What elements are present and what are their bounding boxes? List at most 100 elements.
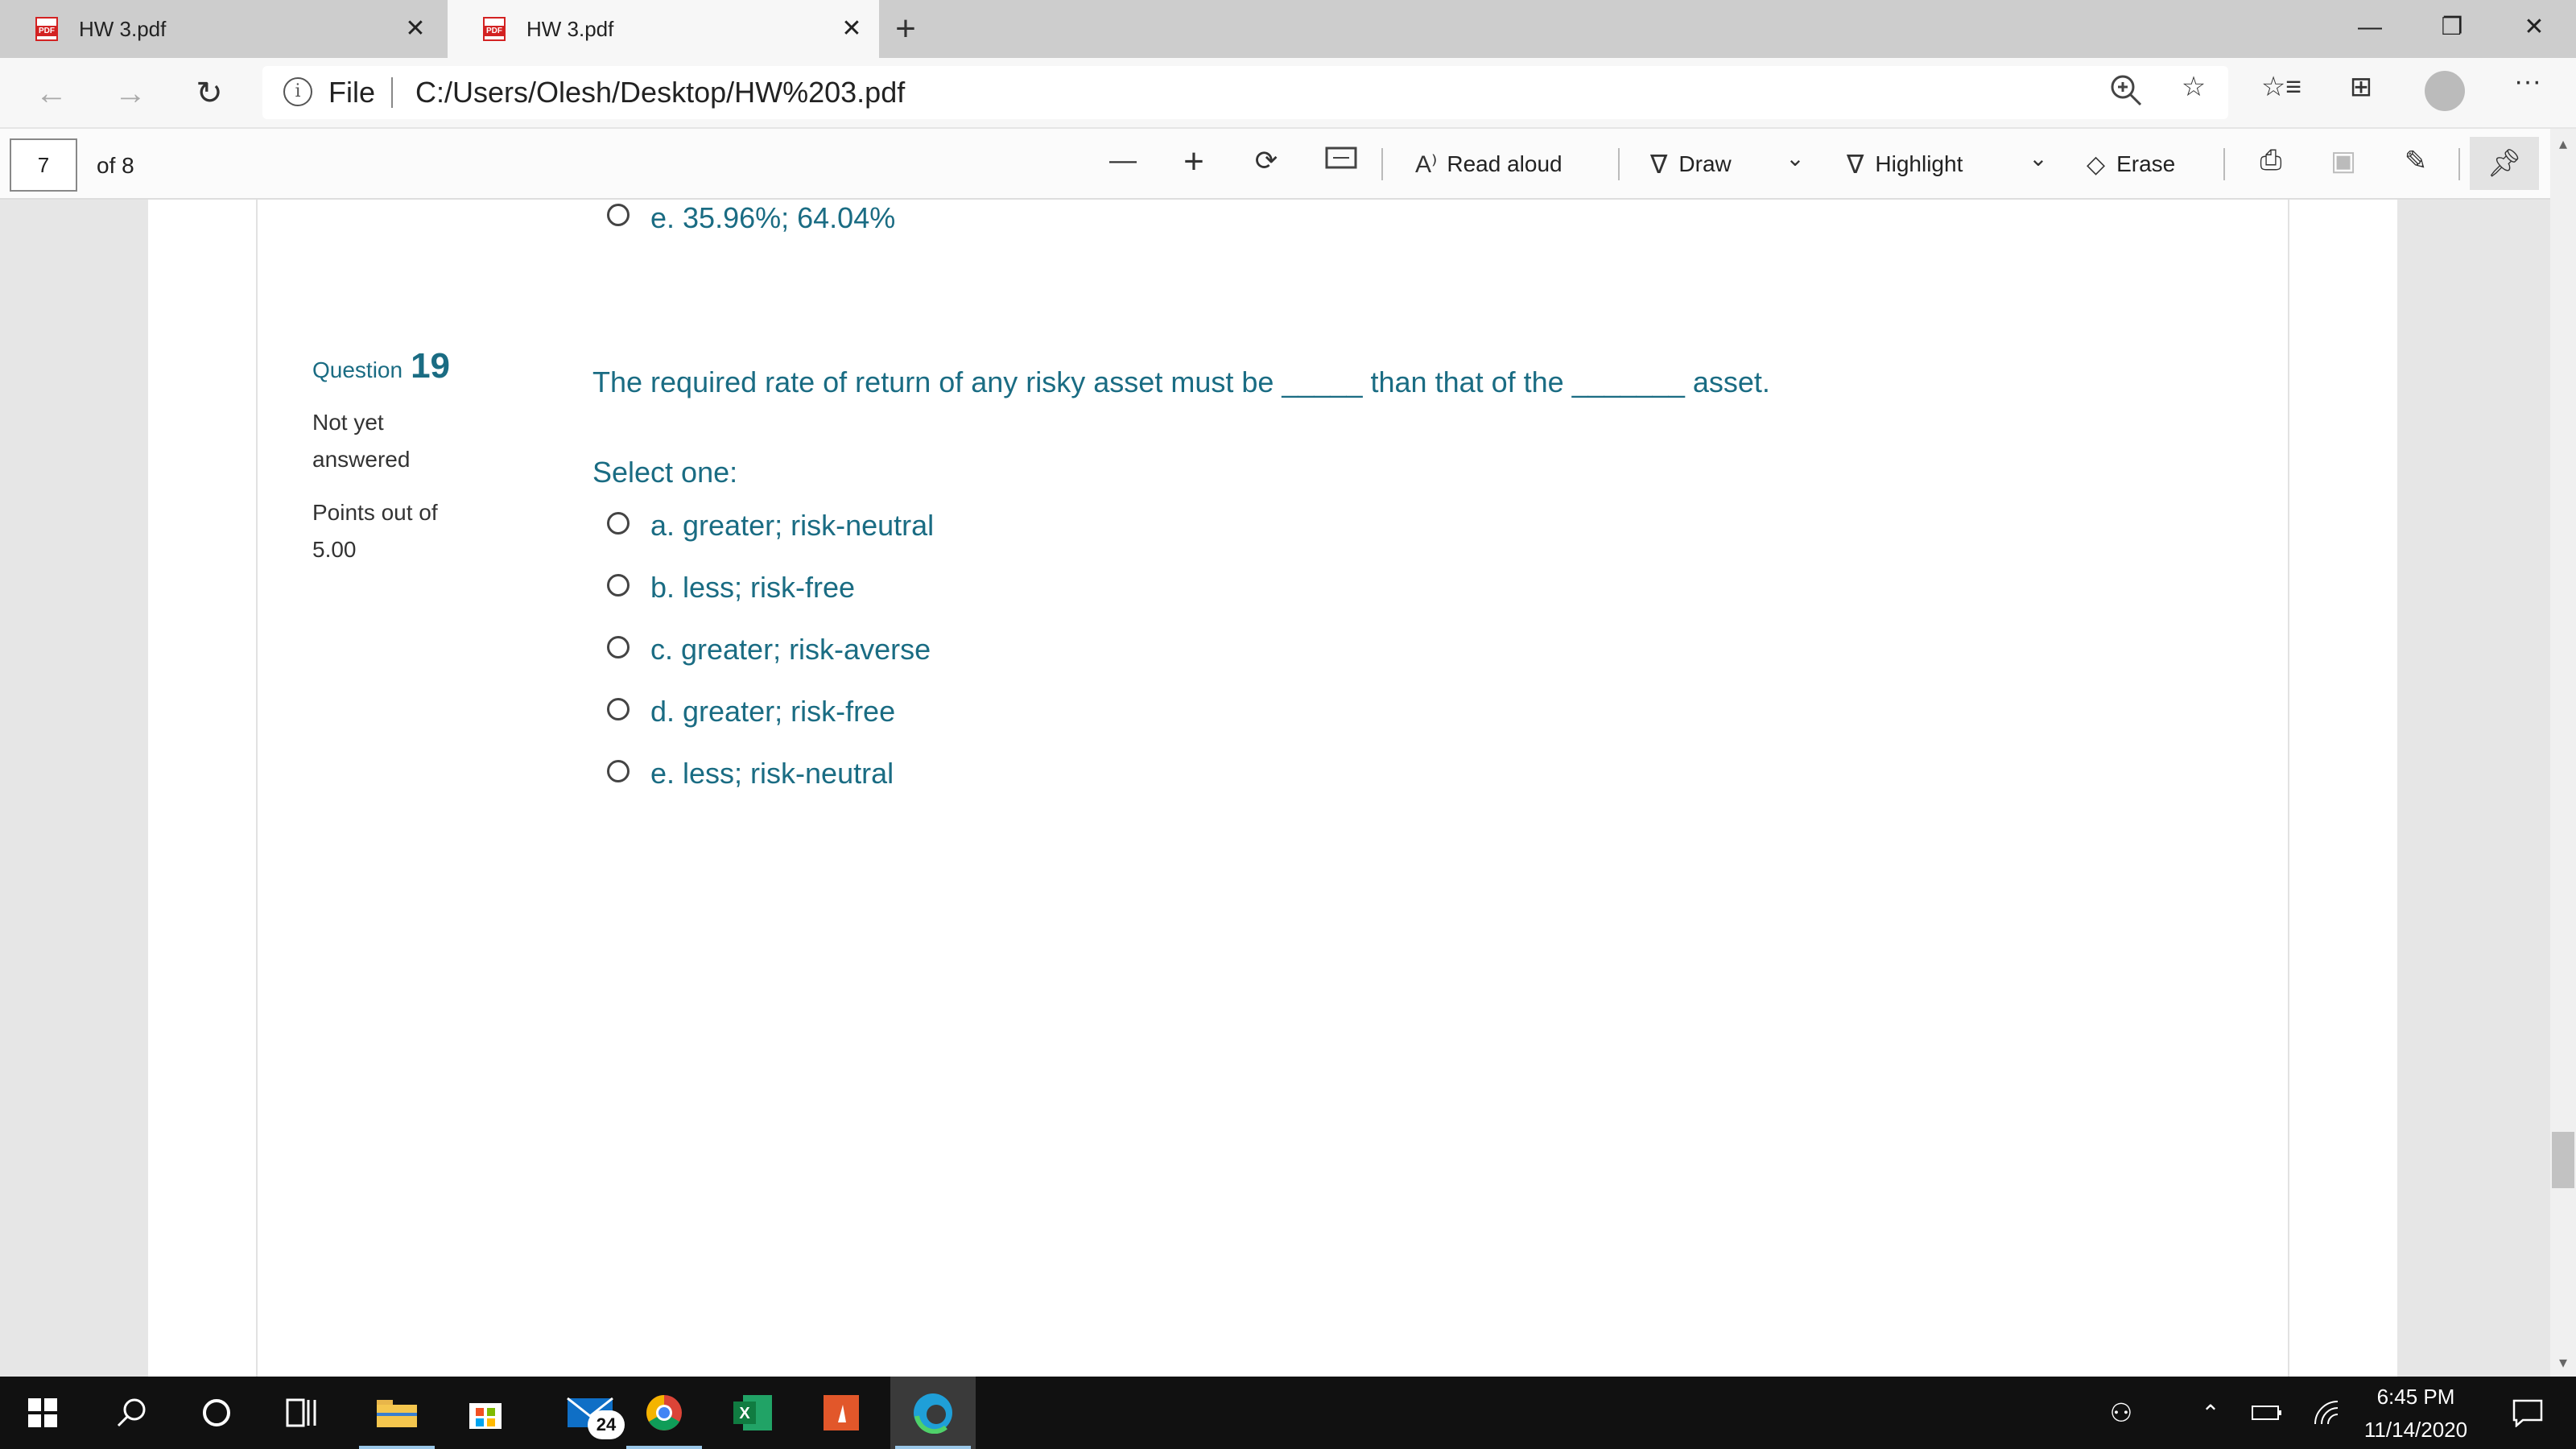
app-button[interactable] (799, 1377, 884, 1449)
clock[interactable]: 6:45 PM 11/14/2020 (2355, 1383, 2476, 1444)
notifications-button[interactable] (2496, 1377, 2560, 1449)
start-button[interactable] (0, 1377, 85, 1449)
points-line-2: 5.00 (312, 537, 357, 562)
close-window-button[interactable]: ✕ (2502, 5, 2566, 50)
page-number-input[interactable]: 7 (10, 138, 77, 192)
zoom-out-icon[interactable]: — (1103, 145, 1143, 185)
search-button[interactable] (89, 1377, 174, 1449)
eraser-icon: ◇ (2087, 151, 2106, 178)
read-aloud-label: Read aloud (1447, 151, 1563, 176)
file-explorer-button[interactable] (354, 1377, 440, 1449)
action-center-icon (2512, 1399, 2543, 1427)
cortana-circle-icon (203, 1399, 230, 1426)
mail-button[interactable]: 24 (547, 1377, 633, 1449)
back-arrow-icon[interactable]: ← (27, 69, 76, 118)
radio-option-d[interactable] (607, 698, 630, 720)
zoom-icon[interactable] (2106, 72, 2146, 113)
pin-icon: 📌︎ (2487, 148, 2522, 179)
draw-pen-icon: ∇ (1650, 150, 1668, 179)
info-icon[interactable]: i (283, 77, 312, 106)
highlight-label: Highlight (1875, 151, 1963, 176)
page-content-border (2288, 200, 2289, 1377)
pdf-file-icon (35, 17, 58, 41)
minimize-button[interactable]: — (2338, 5, 2402, 50)
favorites-list-icon[interactable]: ☆≡ (2259, 71, 2304, 111)
scrollbar-thumb[interactable] (2552, 1132, 2574, 1188)
windows-logo-icon (28, 1398, 57, 1427)
collections-icon[interactable]: ⊞ (2341, 71, 2381, 111)
pdf-toolbar (0, 129, 2576, 200)
battery-icon (2252, 1406, 2281, 1420)
chrome-button[interactable] (621, 1377, 707, 1449)
radio-button[interactable] (607, 204, 630, 226)
pdf-file-icon (483, 17, 506, 41)
fit-page-icon[interactable] (1319, 145, 1364, 185)
radio-option-a[interactable] (607, 512, 630, 535)
favorite-star-icon[interactable]: ☆ (2174, 71, 2214, 111)
close-tab-icon[interactable]: ✕ (836, 13, 868, 45)
restore-button[interactable]: ❐ (2420, 5, 2484, 50)
people-icon: ⚇ (2109, 1398, 2133, 1427)
folder-icon (377, 1400, 417, 1427)
excel-button[interactable]: X (710, 1377, 795, 1449)
store-button[interactable] (443, 1377, 528, 1449)
option-e[interactable]: e. less; risk-neutral (650, 755, 894, 792)
people-button[interactable]: ⚇ (2093, 1377, 2149, 1449)
scroll-down-arrow-icon[interactable]: ▾ (2553, 1352, 2573, 1372)
chevron-down-icon[interactable]: ⌄ (1779, 145, 1811, 185)
battery-button[interactable] (2243, 1377, 2291, 1449)
radio-option-e[interactable] (607, 760, 630, 782)
running-indicator (359, 1446, 435, 1449)
wifi-button[interactable] (2304, 1377, 2352, 1449)
draw-button[interactable]: ∇ Draw (1650, 147, 1732, 182)
chrome-icon (646, 1395, 682, 1430)
tab-active[interactable]: HW 3.pdf ✕ (448, 0, 879, 58)
show-hidden-icons-button[interactable]: ⌃ (2186, 1377, 2235, 1449)
highlight-button[interactable]: ∇ Highlight (1847, 147, 1963, 182)
save-icon[interactable]: ▣ (2323, 145, 2363, 185)
close-tab-icon[interactable]: ✕ (399, 13, 431, 45)
save-as-icon[interactable]: ✎ (2396, 145, 2436, 185)
vertical-scrollbar[interactable] (2550, 129, 2576, 1377)
previous-option-e[interactable]: e. 35.96%; 64.04% (650, 200, 895, 237)
scroll-up-arrow-icon[interactable]: ▴ (2553, 134, 2573, 153)
radio-option-b[interactable] (607, 574, 630, 597)
refresh-icon[interactable]: ↻ (185, 69, 233, 118)
new-tab-button[interactable]: + (886, 10, 926, 50)
zoom-in-icon[interactable]: + (1174, 142, 1214, 182)
edge-button[interactable] (890, 1377, 976, 1449)
radio-option-c[interactable] (607, 636, 630, 658)
clock-date: 11/14/2020 (2363, 1418, 2468, 1442)
read-aloud-button[interactable]: A⁾ Read aloud (1415, 147, 1563, 182)
tab-inactive[interactable]: HW 3.pdf ✕ (0, 0, 443, 58)
page-total: of 8 (97, 153, 134, 178)
cortana-button[interactable] (174, 1377, 259, 1449)
chevron-down-icon[interactable]: ⌄ (2022, 145, 2054, 185)
question-number: 19 (411, 346, 451, 386)
option-c[interactable]: c. greater; risk-averse (650, 631, 931, 668)
address-url[interactable]: C:/Users/Olesh/Desktop/HW%203.pdf (415, 72, 905, 113)
excel-icon: X (733, 1395, 772, 1430)
print-icon[interactable]: ⎙ (2251, 145, 2291, 185)
task-view-button[interactable] (259, 1377, 345, 1449)
option-a[interactable]: a. greater; risk-neutral (650, 507, 934, 544)
forward-arrow-icon[interactable]: → (106, 69, 155, 118)
edge-icon (914, 1393, 952, 1434)
rotate-icon[interactable]: ⟳ (1246, 145, 1286, 185)
pin-toolbar-button[interactable]: 📌︎ (2470, 137, 2539, 190)
task-view-icon (286, 1398, 316, 1427)
erase-button[interactable]: ◇ Erase (2087, 147, 2175, 182)
toolbar-separator (1618, 148, 1620, 180)
address-scheme: File (328, 76, 376, 109)
option-d[interactable]: d. greater; risk-free (650, 693, 895, 730)
toolbar-separator (1381, 148, 1383, 180)
more-options-icon[interactable]: ··· (2505, 66, 2550, 106)
running-indicator (626, 1446, 702, 1449)
status-line-2: answered (312, 447, 411, 472)
option-b[interactable]: b. less; risk-free (650, 569, 855, 606)
profile-avatar[interactable] (2425, 71, 2465, 111)
highlighter-icon: ∇ (1847, 150, 1864, 179)
address-divider (391, 77, 393, 108)
page-content-border (256, 200, 258, 1377)
status-line-1: Not yet (312, 410, 384, 435)
